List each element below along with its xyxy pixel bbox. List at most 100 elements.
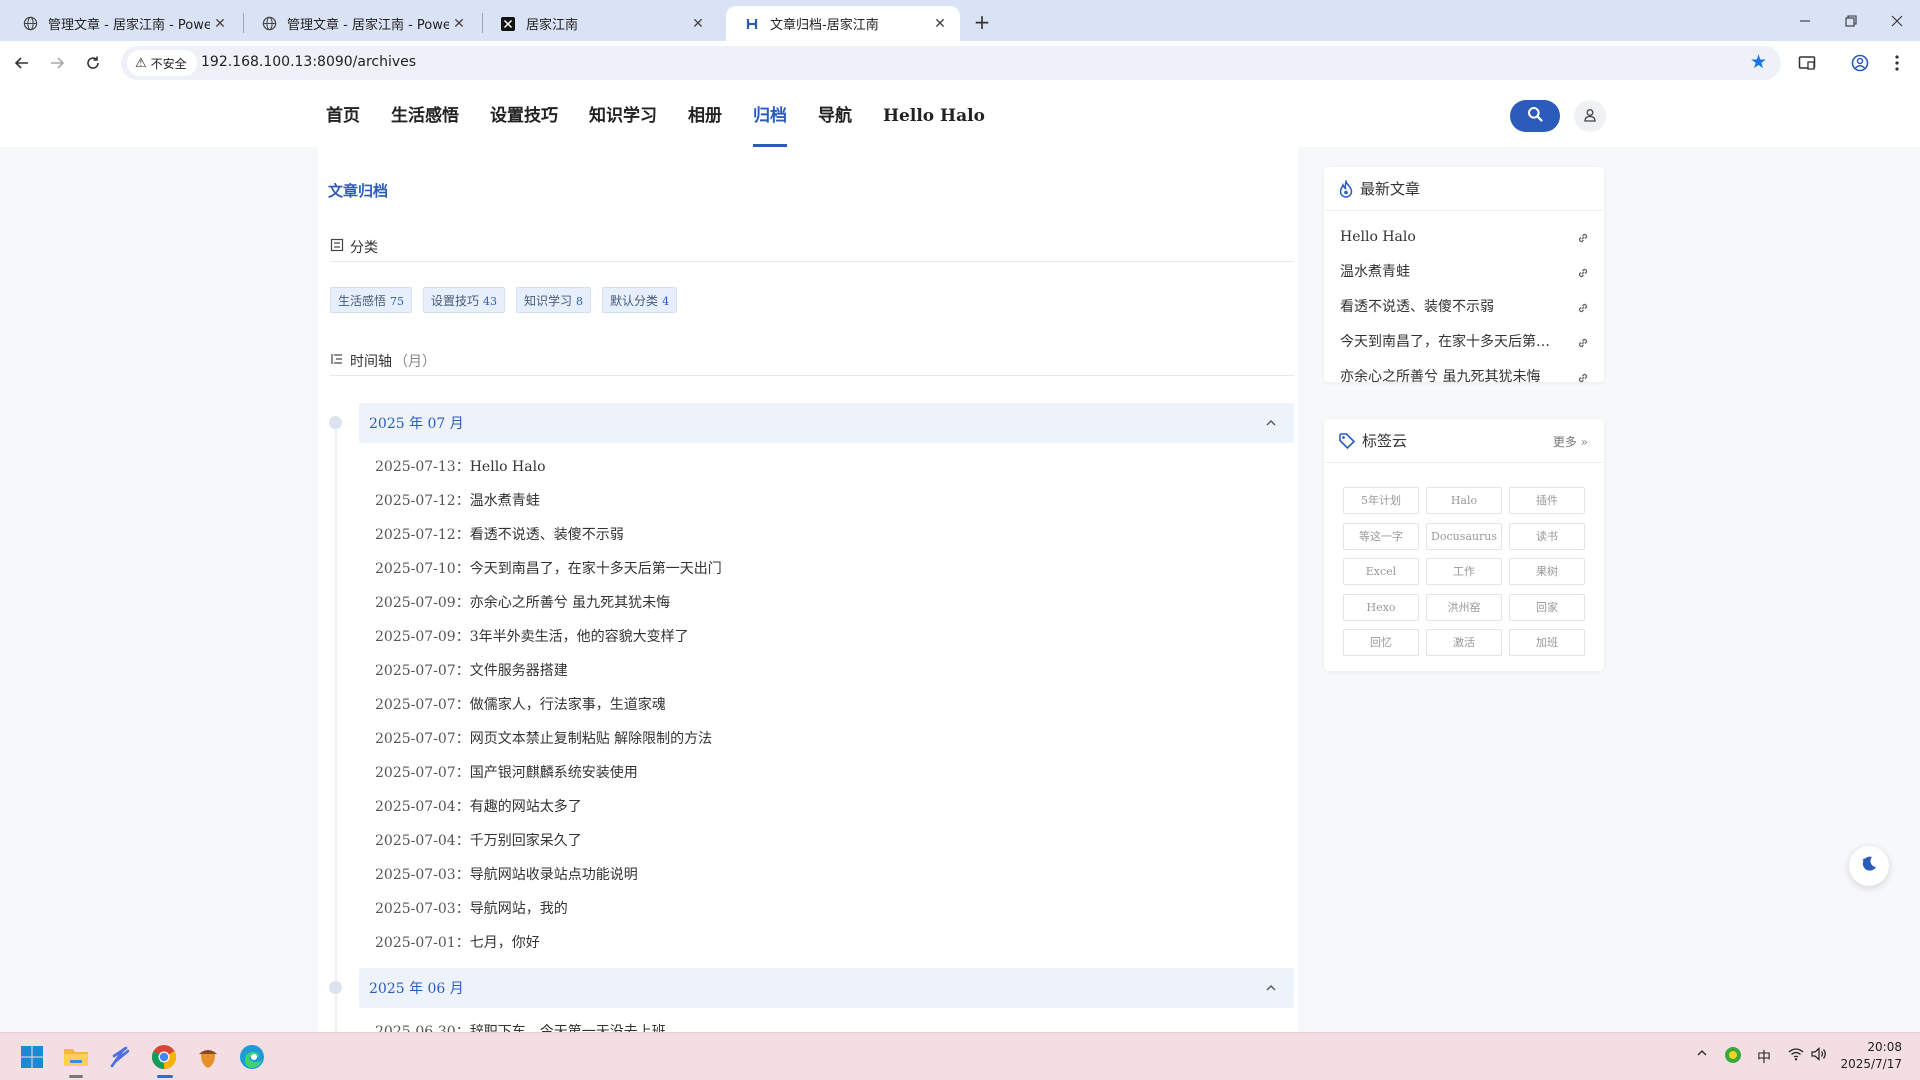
chevron-up-icon[interactable] bbox=[1264, 980, 1278, 994]
chevron-up-icon[interactable] bbox=[1696, 1047, 1708, 1063]
start-icon[interactable] bbox=[16, 1041, 48, 1073]
restore-button[interactable] bbox=[1828, 0, 1874, 41]
nav-item-tips[interactable]: 设置技巧 bbox=[490, 85, 558, 147]
recent-post-title: Hello Halo bbox=[1340, 229, 1416, 245]
timeline-post[interactable]: 2025-07-03：导航网站，我的 bbox=[375, 898, 568, 920]
recent-posts-title: 最新文章 bbox=[1360, 180, 1421, 198]
acorn-app-icon[interactable] bbox=[192, 1041, 224, 1073]
nav-item-home[interactable]: 首页 bbox=[326, 85, 360, 147]
nav-item-life[interactable]: 生活感悟 bbox=[391, 85, 459, 147]
menu-dots-icon[interactable] bbox=[1883, 49, 1911, 77]
tag-chip[interactable]: 工作 bbox=[1426, 558, 1502, 585]
tag-chip[interactable]: 读书 bbox=[1509, 523, 1585, 550]
volume-icon[interactable] bbox=[1811, 1047, 1827, 1065]
security-shield-icon[interactable] bbox=[1724, 1046, 1742, 1068]
wifi-icon[interactable] bbox=[1788, 1047, 1804, 1065]
new-tab-button[interactable]: + bbox=[968, 8, 996, 36]
security-chip[interactable]: ⚠ 不安全 bbox=[127, 50, 197, 76]
file-explorer-icon[interactable] bbox=[60, 1041, 92, 1073]
timeline-post[interactable]: 2025-07-13：Hello Halo bbox=[375, 456, 546, 478]
tag-cloud-card: 标签云 更多 » 5年计划 Halo 插件 等这一字 Docusaurus 读书… bbox=[1324, 419, 1604, 671]
tag-chip[interactable]: 回家 bbox=[1509, 594, 1585, 621]
category-chip[interactable]: 生活感悟 75 bbox=[330, 287, 413, 313]
reload-button[interactable] bbox=[79, 49, 107, 77]
ime-indicator[interactable]: 中 bbox=[1757, 1047, 1771, 1067]
timeline-post[interactable]: 2025-07-07：做儒家人，行法家事，生道家魂 bbox=[375, 694, 666, 716]
tab-title: 管理文章 - 居家江南 - Powered bbox=[287, 18, 449, 33]
back-button[interactable] bbox=[8, 49, 36, 77]
profile-icon[interactable] bbox=[1846, 49, 1874, 77]
tag-chip[interactable]: 回忆 bbox=[1343, 629, 1419, 656]
browser-tab[interactable]: 管理文章 - 居家江南 - Powered ✕ bbox=[243, 6, 479, 41]
more-tags-link[interactable]: 更多 » bbox=[1553, 433, 1588, 450]
timeline-post[interactable]: 2025-07-07：文件服务器搭建 bbox=[375, 660, 568, 682]
timeline-line bbox=[335, 425, 337, 1032]
system-clock[interactable]: 20:08 2025/7/17 bbox=[1840, 1039, 1902, 1073]
url-text[interactable]: 192.168.100.13:8090/archives bbox=[201, 54, 416, 70]
post-date: 2025-07-07： bbox=[375, 765, 470, 781]
close-tab-icon[interactable]: ✕ bbox=[688, 16, 708, 32]
browser-tab[interactable]: 居家江南 ✕ bbox=[482, 6, 718, 41]
nav-item-learning[interactable]: 知识学习 bbox=[589, 85, 657, 147]
address-bar[interactable]: ⚠ 不安全 192.168.100.13:8090/archives ★ bbox=[121, 46, 1781, 80]
category-chip[interactable]: 知识学习 8 bbox=[516, 287, 592, 313]
close-tab-icon[interactable]: ✕ bbox=[210, 16, 230, 32]
forward-button[interactable] bbox=[43, 49, 71, 77]
nav-item-navigation[interactable]: 导航 bbox=[818, 85, 852, 147]
category-chip[interactable]: 设置技巧 43 bbox=[423, 287, 506, 313]
timeline-post[interactable]: 2025-07-03：导航网站收录站点功能说明 bbox=[375, 864, 638, 886]
browser-tab[interactable]: 管理文章 - 居家江南 - Powered ✕ bbox=[4, 6, 240, 41]
feather-app-icon[interactable] bbox=[104, 1041, 136, 1073]
tag-chip[interactable]: 果树 bbox=[1509, 558, 1585, 585]
tag-chip[interactable]: 激活 bbox=[1426, 629, 1502, 656]
cast-icon[interactable] bbox=[1793, 49, 1821, 77]
search-button[interactable] bbox=[1510, 100, 1560, 132]
tag-chip[interactable]: 加班 bbox=[1509, 629, 1585, 656]
chrome-icon[interactable] bbox=[148, 1041, 180, 1073]
recent-post-link[interactable]: 亦余心之所善兮 虽九死其犹未悔 bbox=[1340, 365, 1590, 389]
timeline-post[interactable]: 2025-07-04：有趣的网站太多了 bbox=[375, 796, 582, 818]
tag-chip[interactable]: Docusaurus bbox=[1426, 523, 1502, 550]
timeline-dot bbox=[329, 416, 342, 429]
timeline-post[interactable]: 2025-06-30：辞职下车，今天第一天没去上班 bbox=[375, 1021, 666, 1032]
minimize-button[interactable] bbox=[1782, 0, 1828, 41]
tag-chip[interactable]: 洪州窑 bbox=[1426, 594, 1502, 621]
month-header[interactable]: 2025 年 06 月 bbox=[359, 968, 1294, 1008]
timeline-post[interactable]: 2025-07-07：国产银河麒麟系统安装使用 bbox=[375, 762, 638, 784]
edge-icon[interactable] bbox=[236, 1041, 268, 1073]
nav-item-album[interactable]: 相册 bbox=[688, 85, 722, 147]
tag-chip[interactable]: Halo bbox=[1426, 487, 1502, 514]
recent-post-link[interactable]: 温水煮青蛙 bbox=[1340, 260, 1590, 284]
tag-chip[interactable]: 插件 bbox=[1509, 487, 1585, 514]
site-header: 首页 生活感悟 设置技巧 知识学习 相册 归档 导航 Hello Halo bbox=[0, 85, 1920, 147]
tag-chip[interactable]: Excel bbox=[1343, 558, 1419, 585]
timeline-post[interactable]: 2025-07-07：网页文本禁止复制粘贴 解除限制的方法 bbox=[375, 728, 712, 750]
recent-post-link[interactable]: 看透不说透、装傻不示弱 bbox=[1340, 295, 1590, 319]
chevron-up-icon[interactable] bbox=[1264, 415, 1278, 429]
nav-item-hello-halo[interactable]: Hello Halo bbox=[883, 85, 985, 147]
close-tab-icon[interactable]: ✕ bbox=[930, 16, 950, 32]
recent-post-link[interactable]: 今天到南昌了，在家十多天后第一天出门 bbox=[1340, 330, 1590, 354]
timeline-post[interactable]: 2025-07-10：今天到南昌了，在家十多天后第一天出门 bbox=[375, 558, 722, 580]
timeline-post[interactable]: 2025-07-09：3年半外卖生活，他的容貌大变样了 bbox=[375, 626, 689, 648]
timeline-post[interactable]: 2025-07-01：七月，你好 bbox=[375, 932, 540, 954]
timeline-post[interactable]: 2025-07-04：千万别回家呆久了 bbox=[375, 830, 582, 852]
link-icon bbox=[1576, 264, 1590, 278]
timeline-post[interactable]: 2025-07-12：看透不说透、装傻不示弱 bbox=[375, 524, 624, 546]
close-window-button[interactable] bbox=[1874, 0, 1920, 41]
page-title[interactable]: 文章归档 bbox=[328, 180, 388, 201]
recent-post-link[interactable]: Hello Halo bbox=[1340, 225, 1590, 249]
month-header[interactable]: 2025 年 07 月 bbox=[359, 403, 1294, 443]
browser-tab-active[interactable]: 文章归档-居家江南 ✕ bbox=[726, 6, 960, 41]
user-button[interactable] bbox=[1574, 100, 1606, 132]
bookmark-star-icon[interactable]: ★ bbox=[1750, 51, 1767, 73]
close-tab-icon[interactable]: ✕ bbox=[449, 16, 469, 32]
timeline-post[interactable]: 2025-07-12：温水煮青蛙 bbox=[375, 490, 540, 512]
tag-chip[interactable]: 5年计划 bbox=[1343, 487, 1419, 514]
category-chip[interactable]: 默认分类 4 bbox=[602, 287, 678, 313]
tag-chip[interactable]: Hexo bbox=[1343, 594, 1419, 621]
timeline-post[interactable]: 2025-07-09：亦余心之所善兮 虽九死其犹未悔 bbox=[375, 592, 670, 614]
tag-chip[interactable]: 等这一字 bbox=[1343, 523, 1419, 550]
dark-mode-toggle[interactable] bbox=[1849, 846, 1889, 886]
nav-item-archives[interactable]: 归档 bbox=[753, 85, 787, 147]
